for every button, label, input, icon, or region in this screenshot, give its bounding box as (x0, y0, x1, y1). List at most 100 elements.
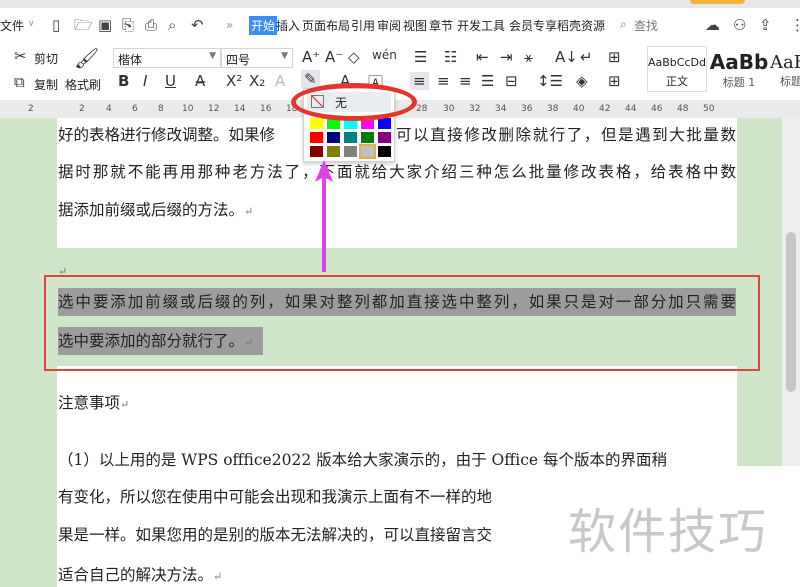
preview-icon[interactable]: ⌕ (168, 17, 176, 33)
save-icon[interactable]: ▣ (98, 17, 112, 33)
strikethrough-icon[interactable]: A̶ (195, 72, 205, 90)
style-normal[interactable]: AaBbCcDd 正文 (647, 46, 707, 92)
color-swatch[interactable] (344, 146, 357, 157)
color-swatch[interactable] (359, 144, 376, 159)
tab-docer[interactable]: 稻壳资源 (557, 17, 605, 34)
underline-icon[interactable]: U (165, 72, 176, 90)
paragraph-line[interactable]: 果是一样。如果您用的是别的版本无法解决的，可以直接留言交 (58, 525, 492, 545)
bullet-list-icon[interactable]: ☰ (414, 48, 427, 66)
tab-view[interactable]: 视图 (403, 17, 427, 34)
distribute-icon[interactable]: ⊟ (505, 72, 518, 90)
paragraph-line[interactable]: 好的表格进行修改调整。如果修 (58, 125, 275, 145)
shading-icon[interactable]: ◈ (576, 72, 588, 90)
color-swatch[interactable] (378, 146, 391, 157)
paragraph-line[interactable]: 可以直接修改删除就行了，但是遇到大批量数 (396, 125, 736, 145)
chinese-layout-icon[interactable]: ⚹ (524, 48, 533, 66)
borders-icon[interactable]: ⊞ (608, 72, 621, 90)
ruler-icon[interactable]: ⊞ (608, 48, 621, 66)
color-swatch[interactable] (327, 146, 340, 157)
add-user-icon[interactable]: ⚇ (733, 17, 746, 33)
grow-font-icon[interactable]: A⁺ (302, 48, 320, 66)
arrow-shape (315, 160, 333, 272)
line-spacing-icon[interactable]: ↕☰ (537, 72, 563, 90)
more-vertical-icon[interactable]: ⋮ (790, 17, 800, 33)
increase-indent-icon[interactable]: ⇥ (500, 48, 513, 66)
annotation-red-ellipse (291, 83, 417, 121)
show-marks-icon[interactable]: ↵ (580, 48, 593, 66)
align-center-icon[interactable]: ≡ (437, 72, 450, 90)
share-icon[interactable]: ⇪ (759, 17, 772, 33)
color-swatch[interactable] (310, 146, 323, 157)
cloud-icon[interactable]: ☁ (705, 17, 720, 33)
style-heading-1[interactable]: AaBb 标题 1 (708, 46, 770, 92)
tab-start[interactable]: 开始 (249, 16, 278, 35)
paragraph-line[interactable]: 据时那就不能再用那种老方法了，下面就给大家介绍三种怎么批量修改表格，给表格中数 (58, 162, 736, 182)
paragraph-line[interactable]: 适合自己的解决方法。↵ (58, 565, 222, 587)
color-swatch[interactable] (361, 132, 374, 143)
tab-review[interactable]: 审阅 (377, 17, 401, 34)
style-label: 正文 (666, 75, 688, 88)
ruler-tick: 16 (260, 104, 272, 114)
search-button[interactable]: 查找 (634, 17, 658, 34)
italic-icon[interactable]: I (143, 72, 147, 90)
shrink-font-icon[interactable]: A⁻ (325, 48, 343, 66)
color-swatch[interactable] (378, 118, 391, 129)
pinyin-icon[interactable]: wén (372, 48, 397, 62)
ruler-tick: 6 (132, 104, 138, 114)
ruler-tick: 32 (469, 104, 481, 114)
style-preview: AaB (770, 52, 800, 73)
text-effect-icon[interactable]: A (275, 72, 285, 90)
print-icon[interactable]: ⎙ (145, 17, 157, 33)
notes-title[interactable]: 注意事项↵ (58, 393, 129, 415)
clear-format-icon[interactable]: ◇ (348, 48, 360, 66)
tab-member[interactable]: 会员专享 (509, 17, 557, 34)
bold-icon[interactable]: B (118, 72, 129, 90)
tab-insert[interactable]: 插入 (276, 17, 300, 34)
decrease-indent-icon[interactable]: ⇤ (476, 48, 489, 66)
color-swatch[interactable] (344, 132, 357, 143)
format-painter-button[interactable]: 格式刷 (65, 76, 101, 93)
ruler-tick: 30 (443, 104, 455, 114)
search-icon[interactable]: ⌕ (620, 17, 627, 32)
undo-icon[interactable]: ↶ (191, 17, 204, 33)
color-swatch[interactable] (327, 132, 340, 143)
font-family-select[interactable]: 楷体 ▼ (113, 48, 221, 68)
scrollbar-thumb[interactable] (786, 232, 796, 392)
watermark: 软件技巧 (568, 504, 769, 560)
open-folder-icon[interactable]: 🗁 (74, 17, 93, 33)
notes-title-text: 注意事项 (58, 394, 121, 412)
paragraph-line[interactable]: 据添加前缀或后缀的方法。↵ (58, 200, 253, 222)
chevron-down-icon: ▼ (209, 51, 216, 61)
tab-references[interactable]: 引用 (351, 17, 375, 34)
subscript-icon[interactable]: X₂ (249, 72, 265, 90)
export-icon[interactable]: ⎘ (122, 17, 134, 33)
tab-page-layout[interactable]: 页面布局 (302, 17, 350, 34)
ruler-tick: 38 (547, 104, 559, 114)
color-swatch[interactable] (310, 118, 323, 129)
style-preview: AaBbCcDd (648, 56, 706, 69)
brush-icon: 🖌 (74, 46, 100, 70)
tab-developer[interactable]: 开发工具 (457, 17, 505, 34)
align-right-icon[interactable]: ≡ (459, 72, 472, 90)
justify-icon[interactable]: ☰ (481, 72, 494, 90)
numbered-list-icon[interactable]: ☷ (444, 48, 457, 66)
superscript-icon[interactable]: X² (226, 72, 242, 90)
tab-section[interactable]: 章节 (429, 17, 453, 34)
style-heading-2[interactable]: AaB 标题 (770, 46, 800, 92)
chevron-down-icon[interactable]: ∨ (28, 19, 35, 29)
color-swatch[interactable] (310, 132, 323, 143)
copy-button[interactable]: 复制 (34, 76, 58, 93)
paragraph-line[interactable]: 有变化，所以您在使用中可能会出现和我演示上面有不一样的地 (58, 487, 492, 507)
new-doc-icon[interactable]: ▯ (52, 17, 60, 33)
font-size-select[interactable]: 四号 ▼ (221, 48, 293, 68)
highlight-icon[interactable]: ✎ (301, 70, 320, 88)
paragraph-mark: ↵ (244, 205, 254, 218)
sort-icon[interactable]: A↓ (555, 48, 578, 66)
color-swatch[interactable] (378, 132, 391, 143)
file-menu[interactable]: 文件 (0, 17, 24, 34)
more-icon[interactable]: » (226, 17, 233, 33)
paragraph-line[interactable]: （1）以上用的是 WPS offfice2022 版本给大家演示的，由于 Off… (58, 450, 736, 470)
cut-button[interactable]: 剪切 (34, 50, 58, 67)
ruler-tick: 42 (599, 104, 611, 114)
align-left-icon[interactable]: ≡ (410, 72, 429, 90)
